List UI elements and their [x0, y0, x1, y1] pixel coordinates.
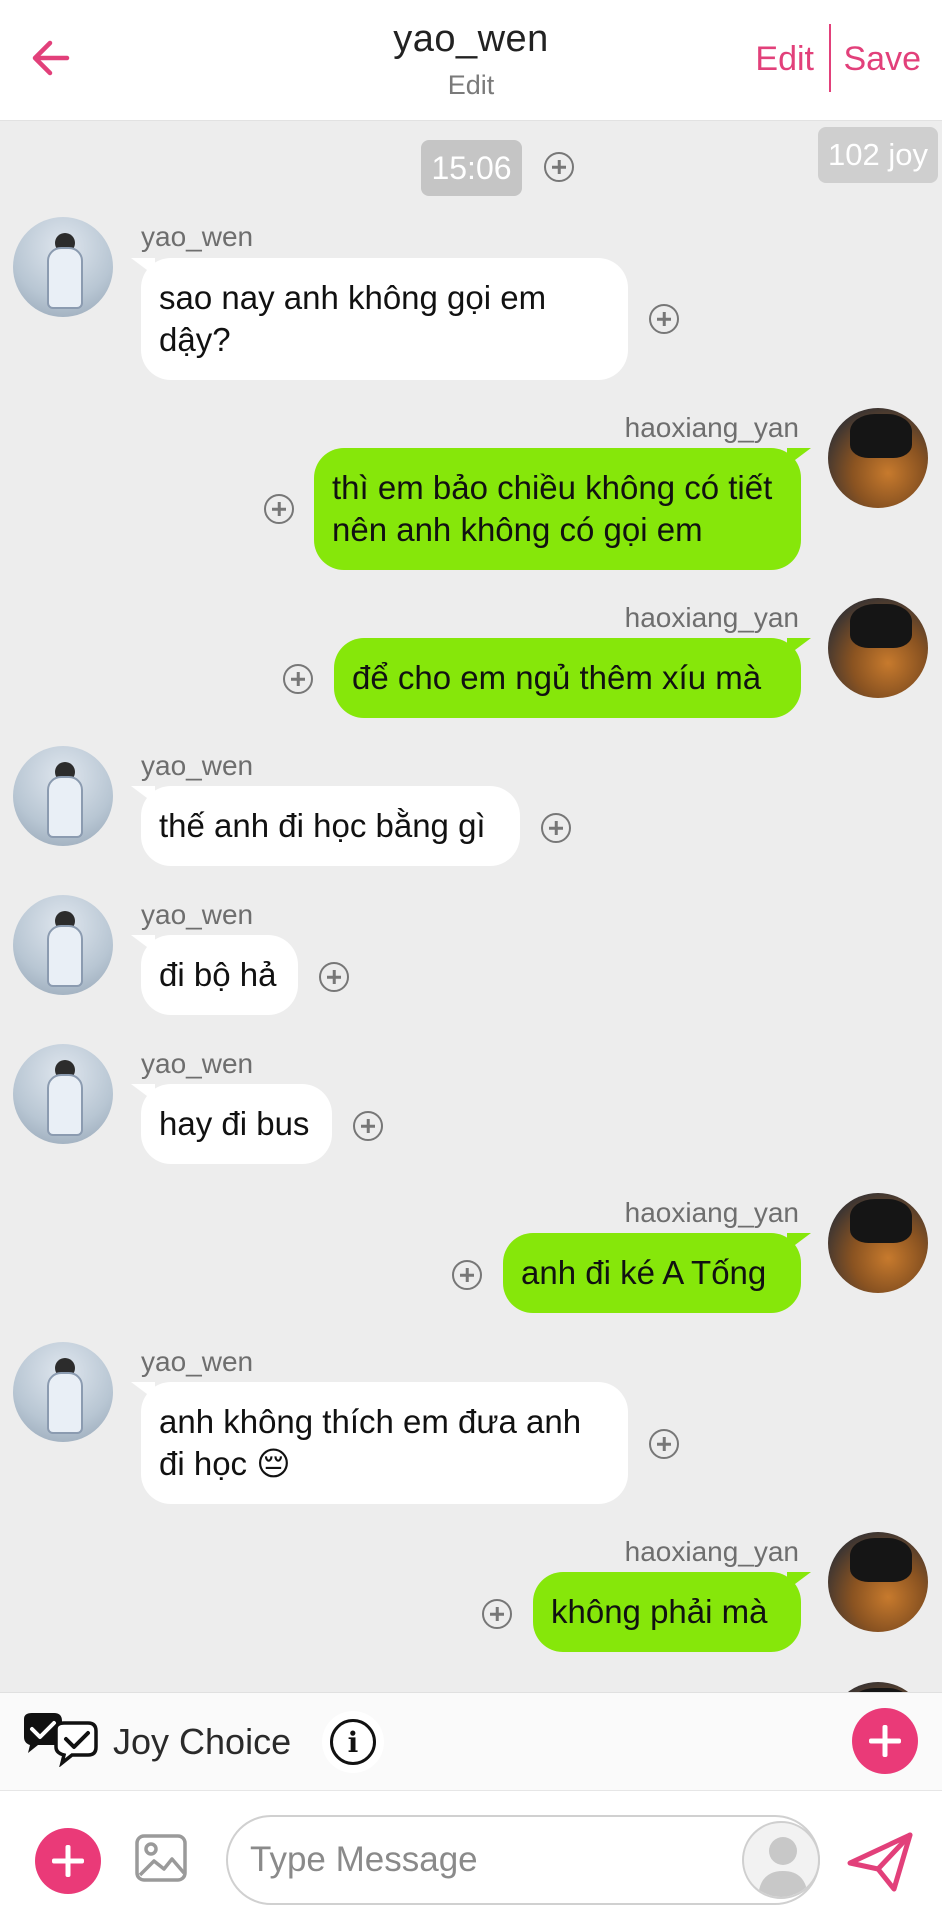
info-button[interactable]: i — [322, 1711, 384, 1773]
header: yao_wen Edit Edit Save — [0, 0, 942, 121]
message-bubble[interactable]: thì em bảo chiều không có tiết nên anh k… — [314, 448, 811, 570]
header-divider — [829, 24, 831, 92]
message-input[interactable] — [226, 1815, 820, 1905]
add-icon[interactable] — [264, 494, 294, 524]
avatar-haoxiang-yan[interactable] — [828, 598, 928, 698]
joy-choice-bar: Joy Choice i — [0, 1692, 942, 1790]
message-bubble[interactable]: anh không thích em đưa anh đi học 😔 — [131, 1382, 628, 1504]
add-icon[interactable] — [544, 152, 574, 182]
double-check-bubble-icon — [24, 1713, 98, 1767]
avatar-yao-wen[interactable] — [13, 895, 113, 995]
sender-name: haoxiang_yan — [624, 602, 799, 633]
save-button[interactable]: Save — [844, 40, 922, 79]
joy-choice-label[interactable]: Joy Choice — [113, 1721, 291, 1763]
avatar-yao-wen[interactable] — [13, 1342, 113, 1442]
sender-name: haoxiang_yan — [624, 1536, 799, 1567]
add-icon[interactable] — [482, 1599, 512, 1629]
info-icon: i — [330, 1719, 376, 1765]
sender-name: haoxiang_yan — [624, 1197, 799, 1228]
message-bubble[interactable]: hay đi bus — [131, 1084, 332, 1164]
avatar-yao-wen[interactable] — [13, 1044, 113, 1144]
sender-name: yao_wen — [141, 899, 254, 930]
send-icon[interactable] — [846, 1831, 914, 1893]
sender-name: haoxiang_yan — [624, 412, 799, 443]
message-bubble[interactable]: đi bộ hả — [131, 935, 298, 1015]
avatar-haoxiang-yan[interactable] — [828, 1193, 928, 1293]
avatar-haoxiang-yan[interactable] — [828, 1532, 928, 1632]
message-bubble[interactable]: không phải mà — [533, 1572, 811, 1652]
image-icon[interactable] — [134, 1833, 188, 1883]
persona-avatar[interactable] — [742, 1821, 820, 1899]
add-icon[interactable] — [541, 813, 571, 843]
message-bubble[interactable]: sao nay anh không gọi em dậy? — [131, 258, 628, 380]
attach-plus-button[interactable] — [35, 1828, 101, 1894]
edit-button[interactable]: Edit — [755, 40, 814, 79]
add-icon[interactable] — [649, 1429, 679, 1459]
avatar-haoxiang-yan[interactable] — [828, 1682, 928, 1692]
message-bubble[interactable]: để cho em ngủ thêm xíu mà — [334, 638, 811, 718]
time-stamp: 15:06 — [421, 140, 522, 196]
composer-bar — [0, 1790, 942, 1920]
avatar-yao-wen[interactable] — [13, 746, 113, 846]
sender-name: yao_wen — [141, 1346, 254, 1377]
sender-name: yao_wen — [141, 221, 254, 252]
avatar-yao-wen[interactable] — [13, 217, 113, 317]
add-icon[interactable] — [319, 962, 349, 992]
message-bubble[interactable]: thế anh đi học bằng gì — [131, 786, 520, 866]
message-bubble[interactable]: anh đi ké A Tống — [503, 1233, 811, 1313]
avatar-haoxiang-yan[interactable] — [828, 408, 928, 508]
add-icon[interactable] — [452, 1260, 482, 1290]
joy-badge: 102 joy — [818, 127, 938, 183]
add-icon[interactable] — [649, 304, 679, 334]
add-icon[interactable] — [353, 1111, 383, 1141]
add-icon[interactable] — [283, 664, 313, 694]
joy-add-button[interactable] — [852, 1708, 918, 1774]
sender-name: yao_wen — [141, 1048, 254, 1079]
sender-name: yao_wen — [141, 750, 254, 781]
chat-area[interactable]: 15:06 102 joy yao_wen sao nay anh không … — [0, 122, 942, 1692]
